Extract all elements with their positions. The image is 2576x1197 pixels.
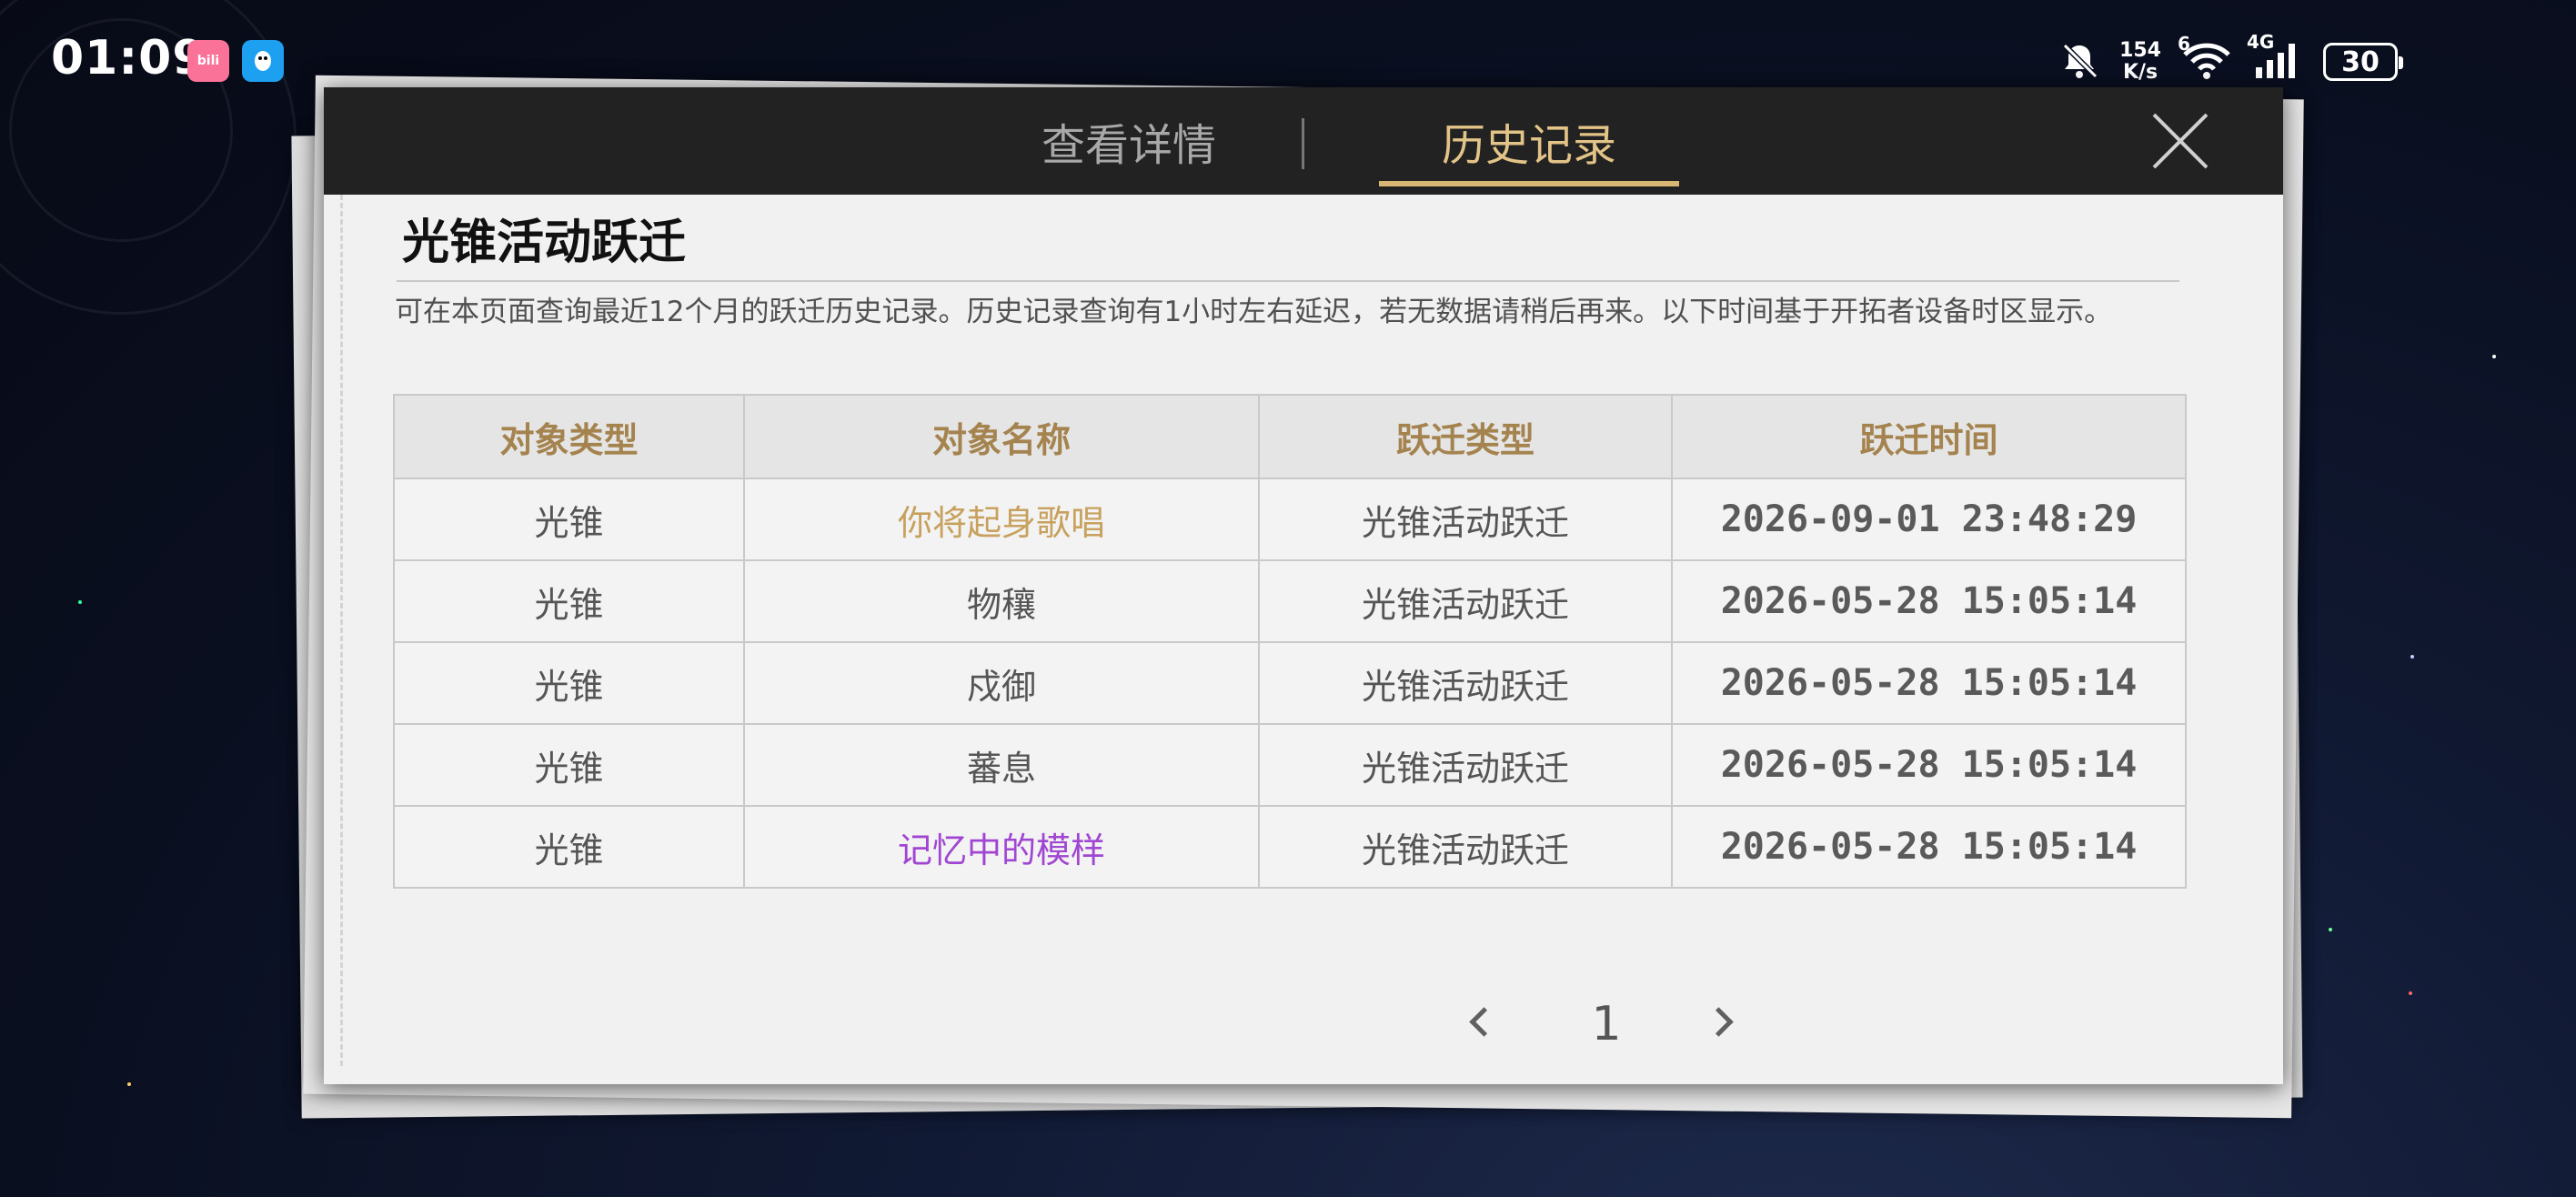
- network-speed-value: 154: [2119, 39, 2161, 62]
- cell-item-name: 记忆中的模样: [743, 805, 1260, 889]
- network-speed: 154 K/s: [2119, 40, 2161, 84]
- cell-item-name: 蕃息: [743, 723, 1260, 807]
- cell-warp-time: 2026-05-28 15:05:14: [1671, 559, 2187, 643]
- status-icons: 154 K/s 6 4G 30: [2059, 31, 2403, 87]
- column-header-type: 对象类型: [393, 394, 745, 479]
- cell-item-name: 你将起身歌唱: [743, 478, 1260, 561]
- table-row: 光锥 物穰 光锥活动跃迁 2026-05-28 15:05:14: [393, 559, 2187, 643]
- bell-off-icon: [2059, 40, 2099, 84]
- cell-warp-time: 2026-05-28 15:05:14: [1671, 641, 2187, 725]
- cell-warp-type: 光锥活动跃迁: [1258, 559, 1673, 643]
- warp-history-table: 对象类型 对象名称 跃迁类型 跃迁时间 光锥 你将起身歌唱 光锥活动跃迁 202…: [393, 394, 2187, 889]
- bilibili-app-icon: bili: [187, 40, 229, 82]
- cell-warp-type: 光锥活动跃迁: [1258, 723, 1673, 807]
- qq-app-icon: [242, 40, 284, 82]
- battery-level: 30: [2341, 45, 2380, 78]
- column-header-warp-time: 跃迁时间: [1671, 394, 2187, 479]
- tab-history[interactable]: 历史记录: [1379, 87, 1679, 195]
- cell-item-type: 光锥: [393, 559, 745, 643]
- star: [127, 1082, 131, 1086]
- cell-warp-type: 光锥活动跃迁: [1258, 805, 1673, 889]
- dialog-header: 查看详情 历史记录: [324, 87, 2283, 195]
- network-speed-unit: K/s: [2122, 61, 2158, 84]
- battery-icon: 30: [2323, 43, 2403, 81]
- table-header-row: 对象类型 对象名称 跃迁类型 跃迁时间: [393, 394, 2187, 479]
- table-row: 光锥 你将起身歌唱 光锥活动跃迁 2026-09-01 23:48:29: [393, 478, 2187, 561]
- tab-view-details[interactable]: 查看详情: [924, 87, 1333, 195]
- section-title: 光锥活动跃迁: [402, 216, 687, 270]
- wifi-6-label: 6: [2178, 33, 2190, 55]
- table-row: 光锥 戍御 光锥活动跃迁 2026-05-28 15:05:14: [393, 641, 2187, 725]
- cell-item-type: 光锥: [393, 641, 745, 725]
- current-page-number: 1: [1591, 997, 1622, 1051]
- column-header-name: 对象名称: [743, 394, 1260, 479]
- wifi-icon: 6: [2178, 33, 2232, 84]
- cell-item-type: 光锥: [393, 805, 745, 889]
- next-page-button[interactable]: [1703, 1002, 1743, 1042]
- signal-icon: 4G: [2247, 31, 2303, 84]
- column-header-warp-type: 跃迁类型: [1258, 394, 1673, 479]
- table-row: 光锥 记忆中的模样 光锥活动跃迁 2026-05-28 15:05:14: [393, 805, 2187, 889]
- table-row: 光锥 蕃息 光锥活动跃迁 2026-05-28 15:05:14: [393, 723, 2187, 807]
- star: [2410, 655, 2414, 659]
- star: [2329, 928, 2332, 931]
- cell-item-type: 光锥: [393, 723, 745, 807]
- star: [2409, 991, 2412, 995]
- status-time: 01:09: [51, 31, 206, 86]
- pagination: 1: [1452, 988, 1761, 1061]
- cell-warp-type: 光锥活动跃迁: [1258, 641, 1673, 725]
- close-icon[interactable]: [2147, 107, 2214, 175]
- tab-divider: [1302, 118, 1304, 169]
- cell-item-type: 光锥: [393, 478, 745, 561]
- prev-page-button[interactable]: [1461, 1002, 1501, 1042]
- cell-warp-time: 2026-05-28 15:05:14: [1671, 805, 2187, 889]
- star: [2492, 355, 2496, 358]
- cell-warp-type: 光锥活动跃迁: [1258, 478, 1673, 561]
- signal-4g-label: 4G: [2247, 31, 2275, 53]
- chevron-left-icon: [1469, 1007, 1499, 1037]
- cell-item-name: 物穰: [743, 559, 1260, 643]
- cell-warp-time: 2026-09-01 23:48:29: [1671, 478, 2187, 561]
- warp-history-dialog: 查看详情 历史记录 光锥活动跃迁 可在本页面查询最近12个月的跃迁历史记录。历史…: [324, 87, 2283, 1084]
- cell-warp-time: 2026-05-28 15:05:14: [1671, 723, 2187, 807]
- title-divider: [397, 280, 2179, 282]
- cell-item-name: 戍御: [743, 641, 1260, 725]
- chevron-right-icon: [1704, 1007, 1734, 1037]
- history-notice: 可在本页面查询最近12个月的跃迁历史记录。历史记录查询有1小时左右延迟，若无数据…: [395, 296, 2113, 328]
- active-tab-indicator: [1379, 181, 1679, 186]
- paper-dashed-edge: [340, 195, 343, 1066]
- star: [78, 600, 82, 604]
